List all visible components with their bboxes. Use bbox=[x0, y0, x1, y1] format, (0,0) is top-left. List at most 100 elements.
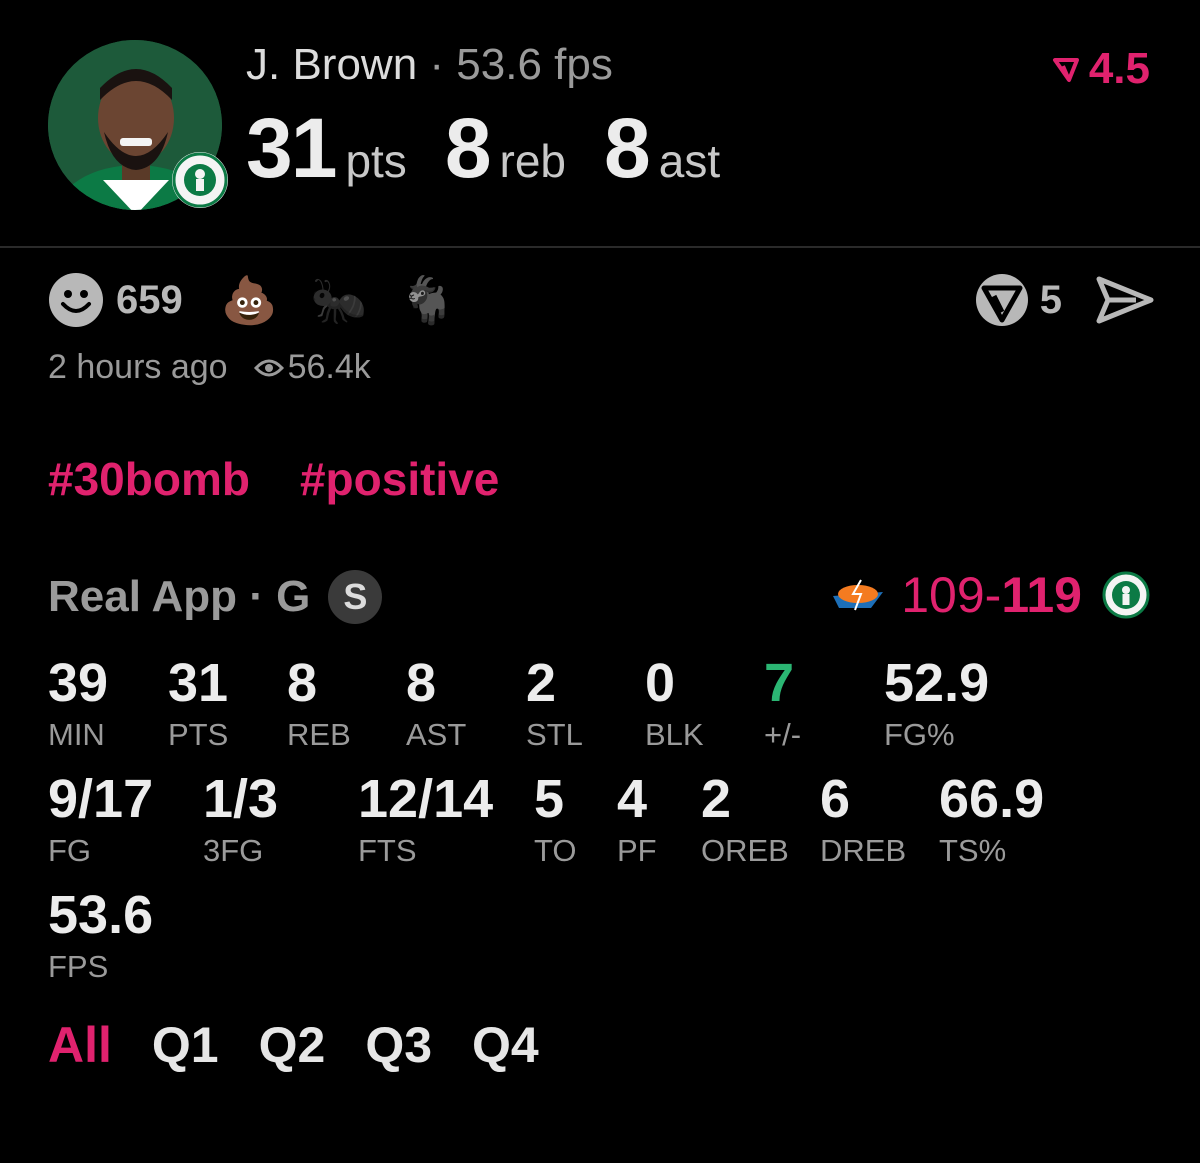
stat-fg-pct: 52.9 FG% bbox=[884, 656, 989, 752]
view-count: 56.4k bbox=[287, 348, 371, 386]
tab-q2[interactable]: Q2 bbox=[259, 1016, 326, 1074]
stat-fps: 53.6 FPS bbox=[48, 888, 153, 984]
celtics-logo-icon bbox=[1102, 571, 1150, 619]
headline-reb-value: 8 bbox=[444, 101, 492, 195]
stat-plus-minus: 7 +/- bbox=[764, 656, 801, 752]
tab-q4[interactable]: Q4 bbox=[472, 1016, 539, 1074]
stat-value: 53.6 bbox=[48, 885, 154, 945]
starter-badge: S bbox=[328, 570, 383, 624]
stat-label: AST bbox=[406, 717, 467, 752]
post-timestamp: 2 hours ago bbox=[48, 348, 228, 386]
stat-label: PF bbox=[617, 833, 657, 868]
header-divider bbox=[0, 246, 1200, 248]
stat-value: 52.9 bbox=[884, 653, 990, 713]
stat-label: MIN bbox=[48, 717, 105, 752]
stat-value: 6 bbox=[820, 769, 851, 829]
stat-blk: 0 BLK bbox=[645, 656, 704, 752]
game-source: Real App · G S bbox=[48, 570, 383, 624]
tab-all[interactable]: All bbox=[48, 1016, 112, 1074]
headline-ast-unit: ast bbox=[658, 135, 721, 187]
stat-value: 2 bbox=[701, 769, 732, 829]
stat-value: 39 bbox=[48, 653, 109, 713]
team-logo-celtics bbox=[172, 152, 228, 208]
share-send-icon[interactable] bbox=[1096, 275, 1154, 325]
stat-ast: 8 AST bbox=[406, 656, 466, 752]
stat-reb: 8 REB bbox=[287, 656, 351, 752]
smile-icon[interactable] bbox=[48, 272, 104, 328]
score-away: 109 bbox=[901, 567, 985, 623]
reaction-count: 659 bbox=[116, 277, 183, 322]
eye-icon bbox=[253, 359, 284, 376]
separator-dot: · bbox=[429, 40, 445, 89]
stat-min: 39 MIN bbox=[48, 656, 108, 752]
stat-label: TS% bbox=[939, 833, 1007, 868]
stat-value: 9/17 bbox=[48, 769, 154, 829]
stat-value: 8 bbox=[287, 653, 318, 713]
stat-value: 4 bbox=[617, 769, 648, 829]
stat-value: 5 bbox=[534, 769, 565, 829]
stat-label: DREB bbox=[820, 833, 907, 868]
score-dash: - bbox=[984, 567, 1002, 623]
stat-label: FG bbox=[48, 833, 92, 868]
boost-icon[interactable] bbox=[974, 272, 1030, 328]
game-source-label: Real App · G bbox=[48, 572, 311, 621]
stat-oreb: 2 OREB bbox=[701, 772, 789, 868]
poop-emoji-icon[interactable]: 💩 bbox=[221, 277, 278, 323]
stat-fts: 12/14 FTS bbox=[358, 772, 493, 868]
headline-pts-unit: pts bbox=[345, 135, 407, 187]
post-meta: 2 hours ago 56.4k bbox=[48, 348, 371, 387]
stat-ts-pct: 66.9 TS% bbox=[939, 772, 1044, 868]
goat-emoji-icon[interactable]: 🐐 bbox=[399, 277, 456, 323]
ant-emoji-icon[interactable]: 🐜 bbox=[310, 277, 367, 323]
score-home: 119 bbox=[1001, 567, 1082, 623]
stat-label: STL bbox=[526, 717, 583, 752]
headline-ast-value: 8 bbox=[604, 101, 651, 195]
tab-q3[interactable]: Q3 bbox=[365, 1016, 432, 1074]
stat-label: OREB bbox=[701, 833, 789, 868]
stat-stl: 2 STL bbox=[526, 656, 583, 752]
hashtag-30bomb[interactable]: #30bomb bbox=[48, 452, 250, 506]
fantasy-points: 53.6 fps bbox=[456, 40, 613, 89]
player-name-line: J. Brown · 53.6 fps bbox=[246, 40, 613, 90]
stat-value: 2 bbox=[526, 653, 557, 713]
stat-label: FPS bbox=[48, 949, 109, 984]
player-name[interactable]: J. Brown bbox=[246, 40, 417, 89]
headline-statline: 31 pts 8 reb 8 ast bbox=[246, 100, 758, 197]
stat-value: 8 bbox=[406, 653, 437, 713]
stat-label: PTS bbox=[168, 717, 229, 752]
stat-label: REB bbox=[287, 717, 351, 752]
stat-value: 66.9 bbox=[939, 769, 1045, 829]
stat-label: +/- bbox=[764, 717, 802, 752]
hashtags: #30bomb #positive bbox=[48, 452, 499, 506]
post-actions: 5 bbox=[974, 270, 1154, 330]
headline-reb-unit: reb bbox=[499, 135, 567, 187]
thunder-logo-icon bbox=[833, 579, 884, 611]
stat-3fg: 1/3 3FG bbox=[203, 772, 278, 868]
stat-label: 3FG bbox=[203, 833, 264, 868]
stat-label: TO bbox=[534, 833, 577, 868]
stat-value: 0 bbox=[645, 653, 676, 713]
game-score[interactable]: 109-119 bbox=[831, 566, 1150, 624]
rating-arrow-icon bbox=[1052, 58, 1079, 82]
stat-value: 1/3 bbox=[203, 769, 279, 829]
score-text: 109-119 bbox=[901, 566, 1082, 624]
stat-fg: 9/17 FG bbox=[48, 772, 153, 868]
stat-value: 12/14 bbox=[358, 769, 494, 829]
stat-label: BLK bbox=[645, 717, 704, 752]
stat-label: FG% bbox=[884, 717, 955, 752]
stat-to: 5 TO bbox=[534, 772, 577, 868]
stat-value: 7 bbox=[764, 653, 795, 713]
rating-value: 4.5 bbox=[1088, 44, 1150, 93]
rating-badge[interactable]: 4.5 bbox=[1051, 44, 1150, 94]
stat-pts: 31 PTS bbox=[168, 656, 228, 752]
stat-pf: 4 PF bbox=[617, 772, 657, 868]
stat-value: 31 bbox=[168, 653, 229, 713]
stat-dreb: 6 DREB bbox=[820, 772, 906, 868]
headline-pts-value: 31 bbox=[246, 101, 337, 195]
hashtag-positive[interactable]: #positive bbox=[300, 452, 499, 506]
quarter-tabs: All Q1 Q2 Q3 Q4 bbox=[48, 1016, 539, 1074]
reactions-row: 659 💩 🐜 🐐 bbox=[48, 270, 489, 330]
boost-count: 5 bbox=[1039, 277, 1062, 322]
stat-label: FTS bbox=[358, 833, 417, 868]
tab-q1[interactable]: Q1 bbox=[152, 1016, 219, 1074]
